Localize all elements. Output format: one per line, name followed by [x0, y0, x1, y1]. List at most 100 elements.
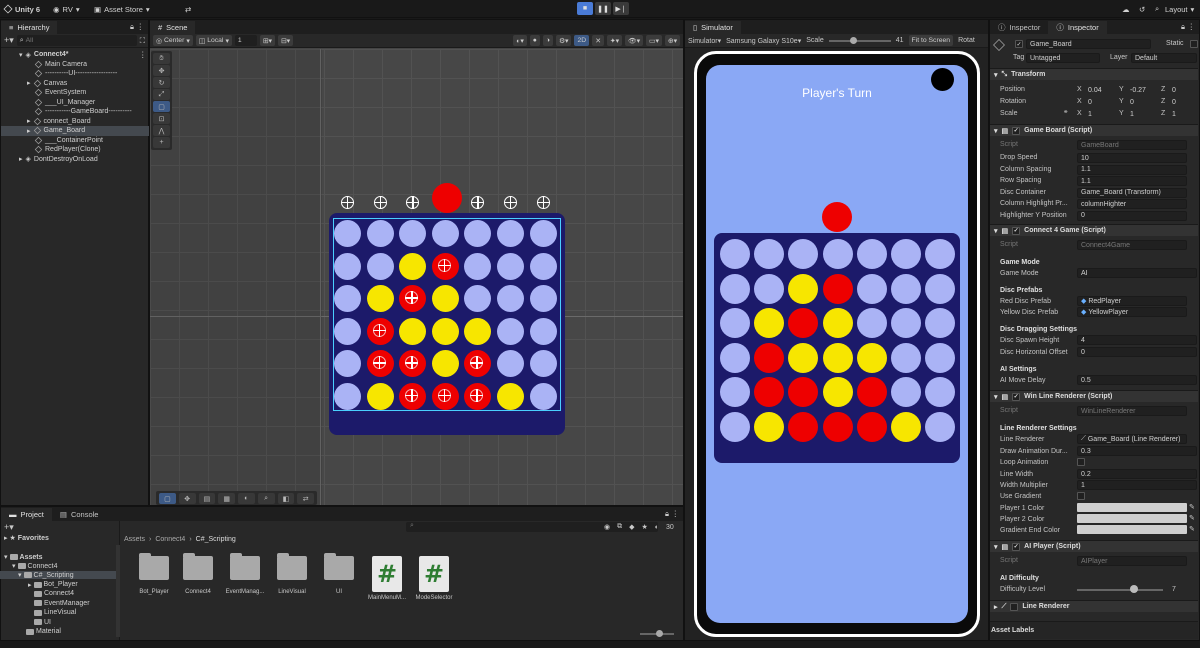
visibility-button[interactable]: 👁︎▾	[625, 35, 644, 46]
hierarchy-item[interactable]: Main Camera	[34, 60, 87, 70]
sim-red-disc[interactable]	[822, 273, 853, 304]
sim-empty-slot[interactable]	[891, 273, 921, 304]
ai-player-header[interactable]: ▾ ▤ ✓ AI Player (Script)	[990, 540, 1198, 552]
field-input[interactable]: 1.1	[1077, 164, 1187, 175]
enabled-checkbox[interactable]: ✓	[1012, 226, 1021, 235]
sim-empty-slot[interactable]	[720, 411, 750, 442]
connect4-game-header[interactable]: ▾ ▤ ✓ Connect 4 Game (Script)	[990, 224, 1198, 236]
asset-script[interactable]: # MainMenuM...	[364, 556, 410, 601]
tree-item[interactable]: EventManager	[34, 600, 90, 607]
layout-dropdown[interactable]: Layout ▾	[1165, 3, 1194, 15]
tab-hierarchy[interactable]: ≡ Hierarchy	[1, 21, 58, 34]
asset-folder[interactable]: Connect4	[175, 553, 221, 595]
script-field[interactable]: AIPlayer	[1077, 556, 1187, 566]
device-dropdown[interactable]: Samsung Galaxy S10e▾	[726, 37, 801, 45]
fit-to-screen-button[interactable]: Fit to Screen	[908, 35, 954, 46]
sim-empty-slot[interactable]	[856, 273, 887, 304]
scene-empty-slot[interactable]	[399, 220, 427, 247]
box-fill-icon[interactable]: ▦	[218, 493, 235, 504]
scene-empty-slot[interactable]	[529, 285, 557, 313]
scene-red-disc[interactable]	[366, 350, 394, 378]
hand-tool-icon[interactable]: ✋︎	[153, 53, 170, 64]
tab-scene[interactable]: # Scene	[150, 21, 196, 34]
win-line-header[interactable]: ▾ ▤ ✓ Win Line Renderer (Script)	[990, 390, 1198, 402]
width-multiplier-input[interactable]: 1	[1077, 480, 1197, 490]
flip-icon[interactable]: ⇄	[297, 493, 314, 504]
add-asset-button[interactable]: +▾	[4, 522, 14, 533]
camera-button[interactable]: ▭▾	[646, 35, 662, 46]
scene-yellow-disc[interactable]	[431, 317, 459, 345]
filter-type-icon[interactable]: ◉	[604, 523, 610, 531]
sim-yellow-disc[interactable]	[822, 308, 853, 338]
scene-empty-slot[interactable]	[497, 285, 524, 313]
scene-empty-slot[interactable]	[529, 317, 557, 345]
hidden-packages-icon[interactable]: ◐	[655, 524, 659, 531]
loop-checkbox[interactable]	[1077, 458, 1085, 466]
grid-visibility-button[interactable]: ⊟▾	[277, 35, 294, 46]
pick-icon[interactable]: ◐	[238, 493, 255, 504]
scene-yellow-disc[interactable]	[431, 285, 459, 313]
scene-empty-slot[interactable]	[497, 252, 524, 280]
sim-yellow-disc[interactable]	[754, 308, 785, 338]
mode-dropdown[interactable]: Simulator▾	[688, 37, 721, 45]
spawn-height-input[interactable]: 4	[1077, 335, 1197, 345]
tree-scrollbar[interactable]	[116, 545, 120, 637]
sim-empty-slot[interactable]	[891, 308, 921, 338]
scene-empty-slot[interactable]	[497, 317, 524, 345]
script-field[interactable]: GameBoard	[1077, 140, 1187, 150]
scene-yellow-disc[interactable]	[464, 317, 492, 345]
sim-yellow-disc[interactable]	[788, 342, 819, 373]
sim-empty-slot[interactable]	[925, 377, 956, 407]
scene-red-disc[interactable]	[366, 317, 394, 345]
sim-empty-slot[interactable]	[720, 239, 750, 269]
scene-empty-slot[interactable]	[431, 220, 459, 247]
scene-yellow-disc[interactable]	[497, 383, 524, 410]
enabled-checkbox[interactable]	[1010, 602, 1019, 611]
duration-input[interactable]: 0.3	[1077, 446, 1197, 456]
tab-console[interactable]: ▤ Console	[51, 508, 107, 521]
sim-empty-slot[interactable]	[891, 239, 921, 269]
sim-empty-slot[interactable]	[720, 377, 750, 407]
more-icon[interactable]: ⋮	[139, 50, 147, 59]
favorite-icon[interactable]: ★	[642, 523, 648, 531]
tree-item[interactable]: ▾ Connect4	[12, 562, 57, 571]
script-field[interactable]: WinLineRenderer	[1077, 406, 1187, 416]
sim-red-disc[interactable]	[754, 377, 785, 407]
breadcrumb-item[interactable]: Connect4	[155, 536, 185, 543]
line-renderer-field[interactable]: ⟋ Game_Board (Line Renderer)	[1077, 434, 1187, 444]
axis-z-input[interactable]: 0	[1169, 85, 1200, 95]
move-tile-icon[interactable]: ✥	[178, 493, 196, 504]
asset-folder[interactable]: Bot_Player	[131, 553, 177, 595]
asset-script[interactable]: # ModeSelector	[411, 556, 457, 601]
line-renderer-header[interactable]: ▸ ⟋ Line Renderer	[990, 600, 1198, 612]
scene-empty-slot[interactable]	[334, 220, 361, 247]
yellow-prefab-field[interactable]: ◆ YellowPlayer	[1077, 307, 1187, 317]
draw-mode-button[interactable]: ◐▾	[513, 35, 527, 46]
scene-yellow-disc[interactable]	[366, 383, 394, 410]
mode-2d-toggle[interactable]: 2D	[574, 35, 590, 46]
hierarchy-item[interactable]: ▸ ◈ DontDestroyOnLoad	[19, 155, 98, 165]
paint-tile-icon[interactable]: ▤	[198, 493, 216, 504]
step-button[interactable]: ▶❘	[613, 2, 629, 15]
tree-item[interactable]: Material	[26, 628, 61, 635]
more-icon[interactable]: ⋮	[1188, 22, 1196, 31]
transform-tool-icon[interactable]: ⊡	[153, 113, 170, 124]
move-tool-icon[interactable]: ✥	[153, 65, 170, 76]
history-icon[interactable]: ↺	[1139, 3, 1145, 15]
ai-delay-input[interactable]: 0.5	[1077, 375, 1197, 385]
line-width-input[interactable]: 0.2	[1077, 469, 1197, 479]
sim-red-disc[interactable]	[856, 377, 887, 407]
hierarchy-item[interactable]: ▸ connect_Board	[27, 117, 91, 127]
scene-empty-slot[interactable]	[529, 220, 557, 247]
rotate-label[interactable]: Rotat	[958, 37, 975, 44]
object-name-input[interactable]: Game_Board	[1026, 39, 1151, 49]
hierarchy-item[interactable]: ___ContainerPoint	[34, 136, 103, 146]
hierarchy-item[interactable]: -----------GameBoard----------	[34, 107, 132, 117]
column-crosshair-icon[interactable]	[373, 196, 387, 209]
breadcrumb-item[interactable]: C#_Scripting	[196, 536, 236, 543]
icon-size-slider[interactable]	[640, 630, 674, 637]
sim-empty-slot[interactable]	[754, 273, 785, 304]
scene-empty-slot[interactable]	[334, 383, 361, 410]
sim-empty-slot[interactable]	[925, 239, 956, 269]
more-icon[interactable]: ⋮	[137, 22, 145, 31]
